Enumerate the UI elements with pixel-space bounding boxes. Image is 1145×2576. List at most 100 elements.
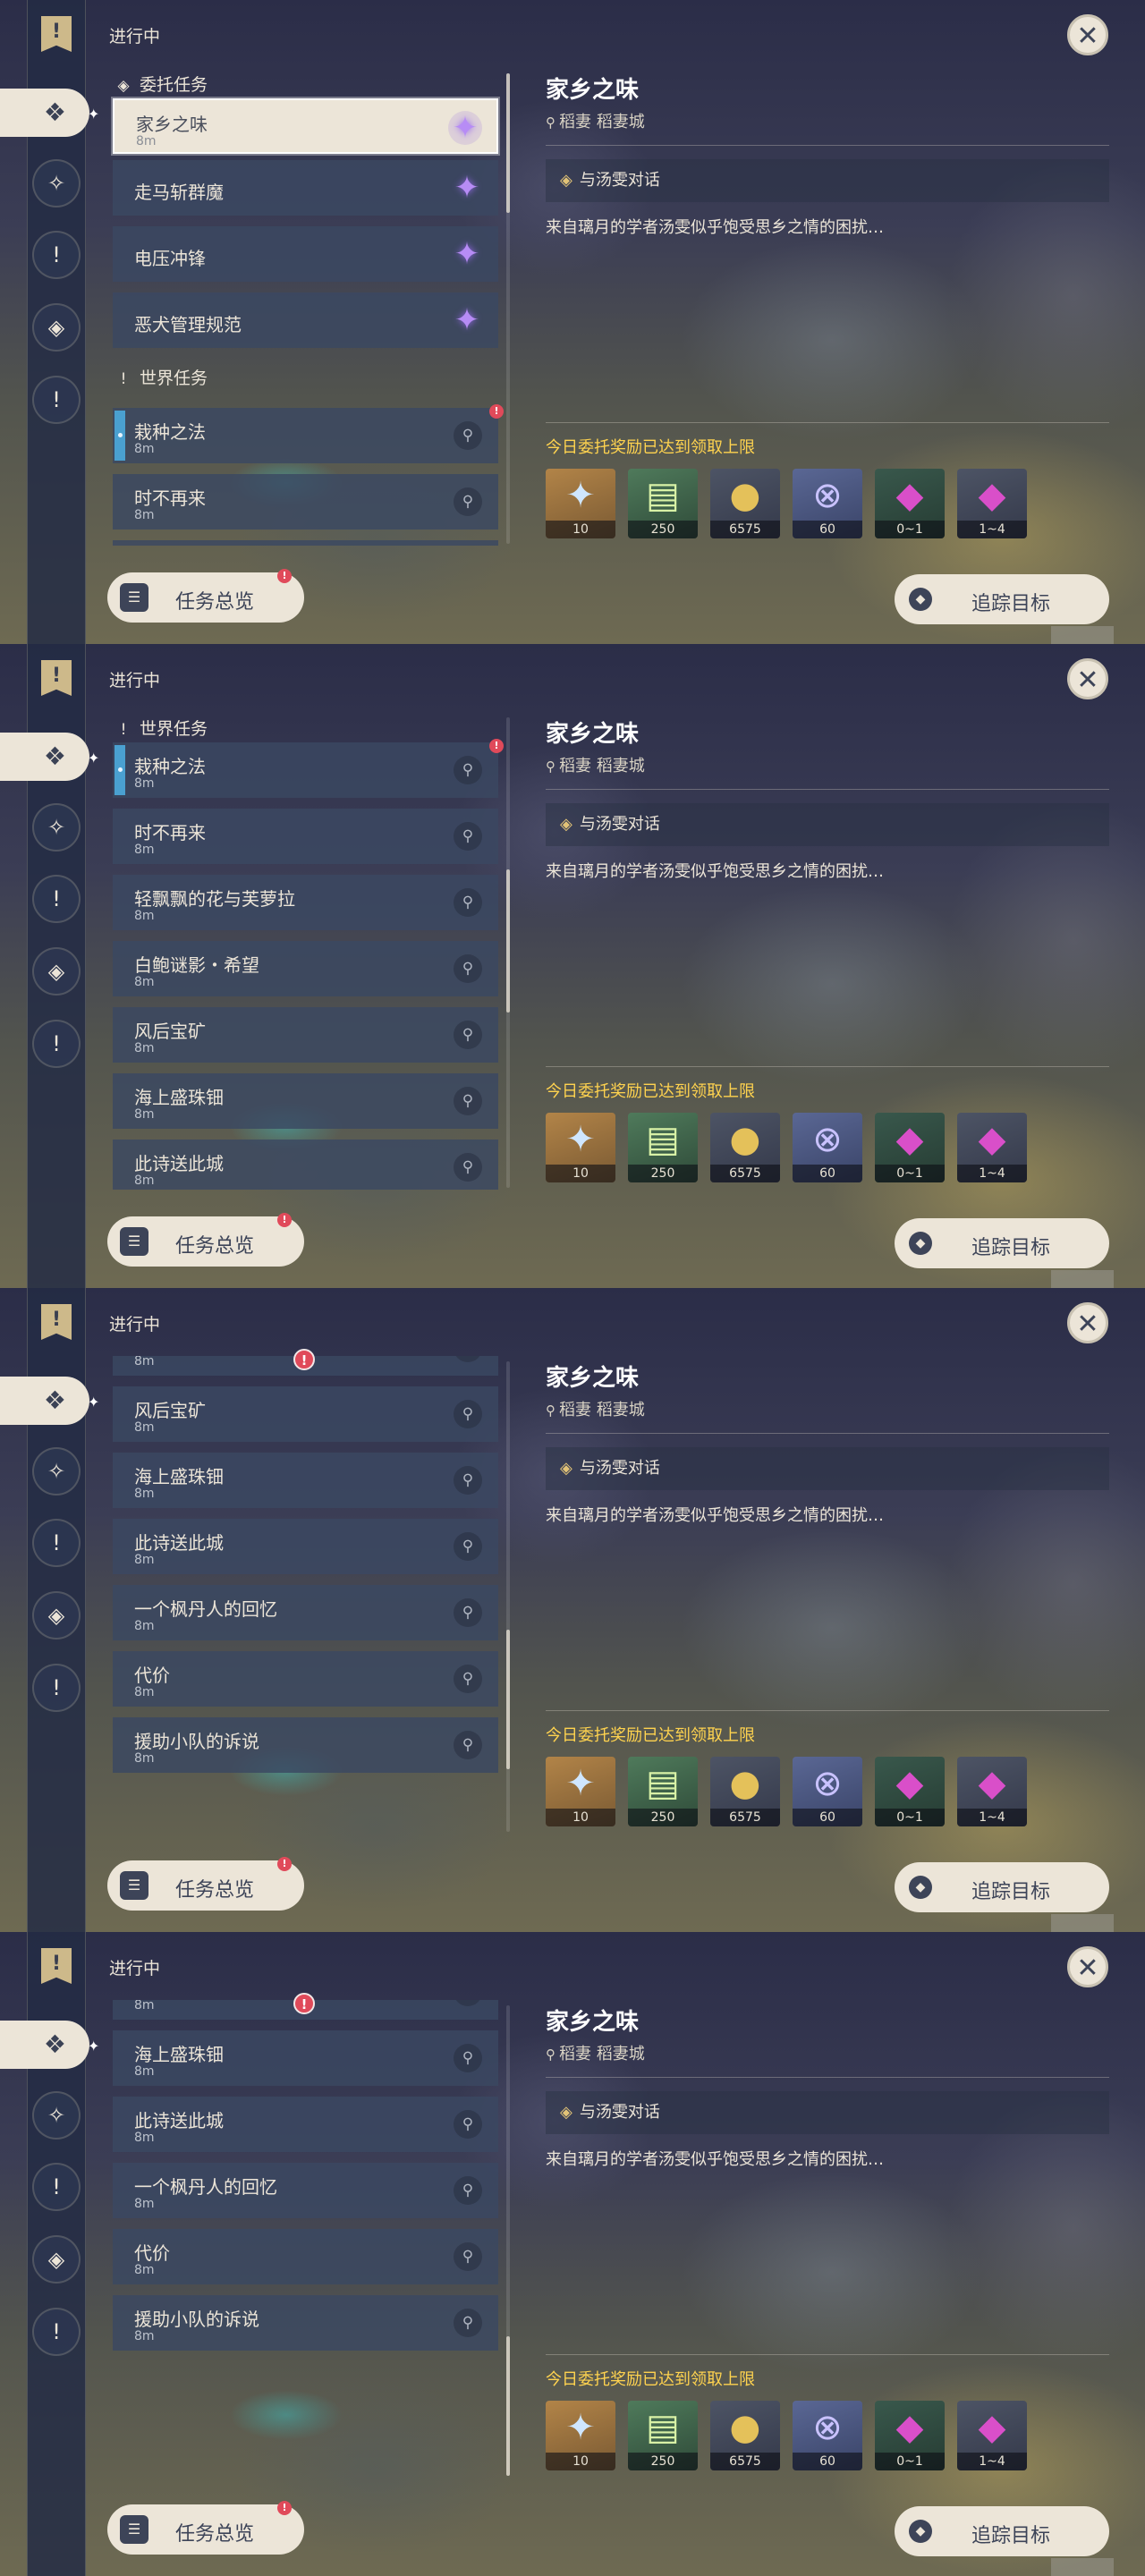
exclamation-icon: ! bbox=[120, 721, 127, 739]
close-button[interactable]: ✕ bbox=[1067, 1946, 1108, 1987]
reward-item[interactable]: ◆ 0~1 bbox=[875, 469, 945, 538]
world-category-icon[interactable]: ! bbox=[32, 2308, 81, 2356]
quest-item[interactable]: 轻飘飘的花与芙萝拉8m⚲ bbox=[113, 540, 498, 546]
scroll-thumb[interactable] bbox=[506, 2336, 510, 2476]
reward-item[interactable]: ✦ 10 bbox=[546, 1113, 615, 1182]
reward-item[interactable]: ✦ 10 bbox=[546, 1757, 615, 1826]
quest-name: 此诗送此城 bbox=[134, 2110, 224, 2131]
track-button[interactable]: ◆ 追踪目标 bbox=[895, 2506, 1109, 2556]
reward-item[interactable]: ◆ 0~1 bbox=[875, 2401, 945, 2470]
close-button[interactable]: ✕ bbox=[1067, 658, 1108, 699]
world-category-icon[interactable]: ! bbox=[32, 1020, 81, 1068]
quest-list[interactable]: 白鲍谜影・希望8m⚲风后宝矿8m⚲海上盛珠钿8m⚲此诗送此城8m⚲一个枫丹人的回… bbox=[107, 1356, 505, 1834]
scroll-thumb[interactable] bbox=[506, 869, 510, 1013]
scroll-thumb[interactable] bbox=[506, 1630, 510, 1769]
scrollbar[interactable] bbox=[506, 1361, 510, 1832]
reward-item[interactable]: ● 6575 bbox=[710, 2401, 780, 2470]
close-button[interactable]: ✕ bbox=[1067, 14, 1108, 55]
reward-item[interactable]: ⊗ 60 bbox=[793, 469, 862, 538]
quest-list[interactable]: 风后宝矿8m⚲海上盛珠钿8m⚲此诗送此城8m⚲一个枫丹人的回忆8m⚲代价8m⚲援… bbox=[107, 2000, 505, 2478]
reward-item[interactable]: ▤ 250 bbox=[628, 1113, 698, 1182]
world-category-icon[interactable]: ! bbox=[32, 376, 81, 424]
quest-item[interactable]: 援助小队的诉说 8m ⚲ bbox=[113, 2295, 498, 2351]
scroll-thumb[interactable] bbox=[506, 73, 510, 213]
reward-item[interactable]: ◆ 1~4 bbox=[957, 2401, 1027, 2470]
reward-item[interactable]: ▤ 250 bbox=[628, 2401, 698, 2470]
quest-item[interactable]: 时不再来 8m ⚲ bbox=[113, 474, 498, 530]
story-category-icon[interactable]: ! bbox=[32, 875, 81, 923]
scrollbar[interactable] bbox=[506, 2005, 510, 2476]
commission-category-icon[interactable]: ❖ bbox=[0, 89, 89, 137]
overview-button[interactable]: ☰ 任务总览 ! bbox=[107, 1857, 304, 1911]
track-button[interactable]: ◆ 追踪目标 bbox=[895, 1218, 1109, 1268]
commission-category-icon[interactable]: ❖ bbox=[0, 2021, 89, 2069]
detail-step: ◈ 与汤雯对话 bbox=[546, 2091, 1109, 2134]
close-button[interactable]: ✕ bbox=[1067, 1302, 1108, 1343]
quest-item[interactable]: 恶犬管理规范 ✦ bbox=[113, 292, 498, 348]
overview-button[interactable]: ☰ 任务总览 ! bbox=[107, 1213, 304, 1267]
reward-item[interactable]: ◆ 0~1 bbox=[875, 1757, 945, 1826]
quest-item[interactable]: 栽种之法 8m ⚲! bbox=[113, 404, 504, 463]
track-button[interactable]: ◆ 追踪目标 bbox=[895, 574, 1109, 624]
archon-category-icon[interactable]: ✧ bbox=[32, 803, 81, 852]
quest-item[interactable]: 白鲍谜影・希望8m ⚲ bbox=[113, 941, 498, 996]
quest-item[interactable]: 栽种之法 8m ⚲! bbox=[113, 739, 504, 798]
legend-category-icon[interactable]: ◈ bbox=[32, 303, 81, 352]
overview-button[interactable]: ☰ 任务总览 ! bbox=[107, 569, 304, 623]
reward-item[interactable]: ◆ 0~1 bbox=[875, 1113, 945, 1182]
quest-list[interactable]: ◈ 委托任务 家乡之味 8m ✦ 走马斩群魔 ✦ 电压冲锋 ✦ 恶犬管理规范 ✦! 世界任务 栽种之法 8… bbox=[107, 68, 505, 546]
quest-item[interactable]: 一个枫丹人的回忆 8m ⚲ bbox=[113, 2163, 498, 2218]
reward-item[interactable]: ⊗ 60 bbox=[793, 1757, 862, 1826]
sparkle-icon: ✦ bbox=[88, 1394, 100, 1411]
reward-item[interactable]: ◆ 1~4 bbox=[957, 469, 1027, 538]
quest-item[interactable]: 援助小队的诉说 8m ⚲ bbox=[113, 1717, 498, 1773]
quest-item[interactable]: 家乡之味 8m ✦ bbox=[113, 98, 498, 154]
location-pin-icon: ⚲ bbox=[454, 2309, 482, 2337]
story-category-icon[interactable]: ! bbox=[32, 231, 81, 279]
overview-button[interactable]: ☰ 任务总览 ! bbox=[107, 2501, 304, 2555]
detail-step: ◈ 与汤雯对话 bbox=[546, 1447, 1109, 1490]
story-category-icon[interactable]: ! bbox=[32, 2163, 81, 2211]
story-category-icon[interactable]: ! bbox=[32, 1519, 81, 1567]
quest-item[interactable]: 时不再来 8m ⚲ bbox=[113, 809, 498, 864]
archon-category-icon[interactable]: ✧ bbox=[32, 1447, 81, 1496]
commission-category-icon[interactable]: ❖ bbox=[0, 733, 89, 781]
reward-item[interactable]: ● 6575 bbox=[710, 469, 780, 538]
scrollbar[interactable] bbox=[506, 73, 510, 544]
archon-category-icon[interactable]: ✧ bbox=[32, 159, 81, 208]
quest-item[interactable]: 风后宝矿8m ⚲ bbox=[113, 1007, 498, 1063]
commission-category-icon[interactable]: ❖ bbox=[0, 1377, 89, 1425]
reward-item[interactable]: ◆ 1~4 bbox=[957, 1757, 1027, 1826]
reward-item[interactable]: ✦ 10 bbox=[546, 469, 615, 538]
scrollbar[interactable] bbox=[506, 717, 510, 1188]
quest-list[interactable]: ! 世界任务 栽种之法 8m ⚲! 时不再来 8m ⚲ 轻飘飘的花与芙萝拉 8m ⚲ 白鲍谜影・希望 8… bbox=[107, 712, 505, 1190]
world-category-icon[interactable]: ! bbox=[32, 1664, 81, 1712]
quest-item[interactable]: 海上盛珠钿 8m ⚲ bbox=[113, 1453, 498, 1508]
reward-item[interactable]: ⊗ 60 bbox=[793, 1113, 862, 1182]
legend-category-icon[interactable]: ◈ bbox=[32, 947, 81, 996]
quest-item[interactable]: 一个枫丹人的回忆 8m ⚲ bbox=[113, 1585, 498, 1640]
reward-item[interactable]: ▤ 250 bbox=[628, 469, 698, 538]
detail-title: 家乡之味 bbox=[546, 1365, 640, 1392]
quest-item[interactable]: 此诗送此城 8m ⚲ bbox=[113, 1140, 498, 1190]
reward-item[interactable]: ● 6575 bbox=[710, 1757, 780, 1826]
quest-item[interactable]: 风后宝矿8m ⚲ bbox=[113, 1386, 498, 1442]
reward-item[interactable]: ▤ 250 bbox=[628, 1757, 698, 1826]
archon-category-icon[interactable]: ✧ bbox=[32, 2091, 81, 2140]
quest-item[interactable]: 走马斩群魔 ✦ bbox=[113, 160, 498, 216]
quest-item[interactable]: 代价 8m ⚲ bbox=[113, 2229, 498, 2284]
legend-category-icon[interactable]: ◈ bbox=[32, 2235, 81, 2284]
quest-item[interactable]: 代价 8m ⚲ bbox=[113, 1651, 498, 1707]
quest-item[interactable]: 电压冲锋 ✦ bbox=[113, 226, 498, 282]
track-button[interactable]: ◆ 追踪目标 bbox=[895, 1862, 1109, 1912]
quest-item[interactable]: 海上盛珠钿 8m ⚲ bbox=[113, 1073, 498, 1129]
quest-item[interactable]: 此诗送此城 8m ⚲ bbox=[113, 2097, 498, 2152]
quest-item[interactable]: 此诗送此城 8m ⚲ bbox=[113, 1519, 498, 1574]
quest-item[interactable]: 轻飘飘的花与芙萝拉8m⚲ bbox=[113, 875, 498, 930]
reward-item[interactable]: ⊗ 60 bbox=[793, 2401, 862, 2470]
reward-item[interactable]: ✦ 10 bbox=[546, 2401, 615, 2470]
legend-category-icon[interactable]: ◈ bbox=[32, 1591, 81, 1640]
quest-item[interactable]: 海上盛珠钿 8m ⚲ bbox=[113, 2030, 498, 2086]
reward-item[interactable]: ◆ 1~4 bbox=[957, 1113, 1027, 1182]
reward-item[interactable]: ● 6575 bbox=[710, 1113, 780, 1182]
